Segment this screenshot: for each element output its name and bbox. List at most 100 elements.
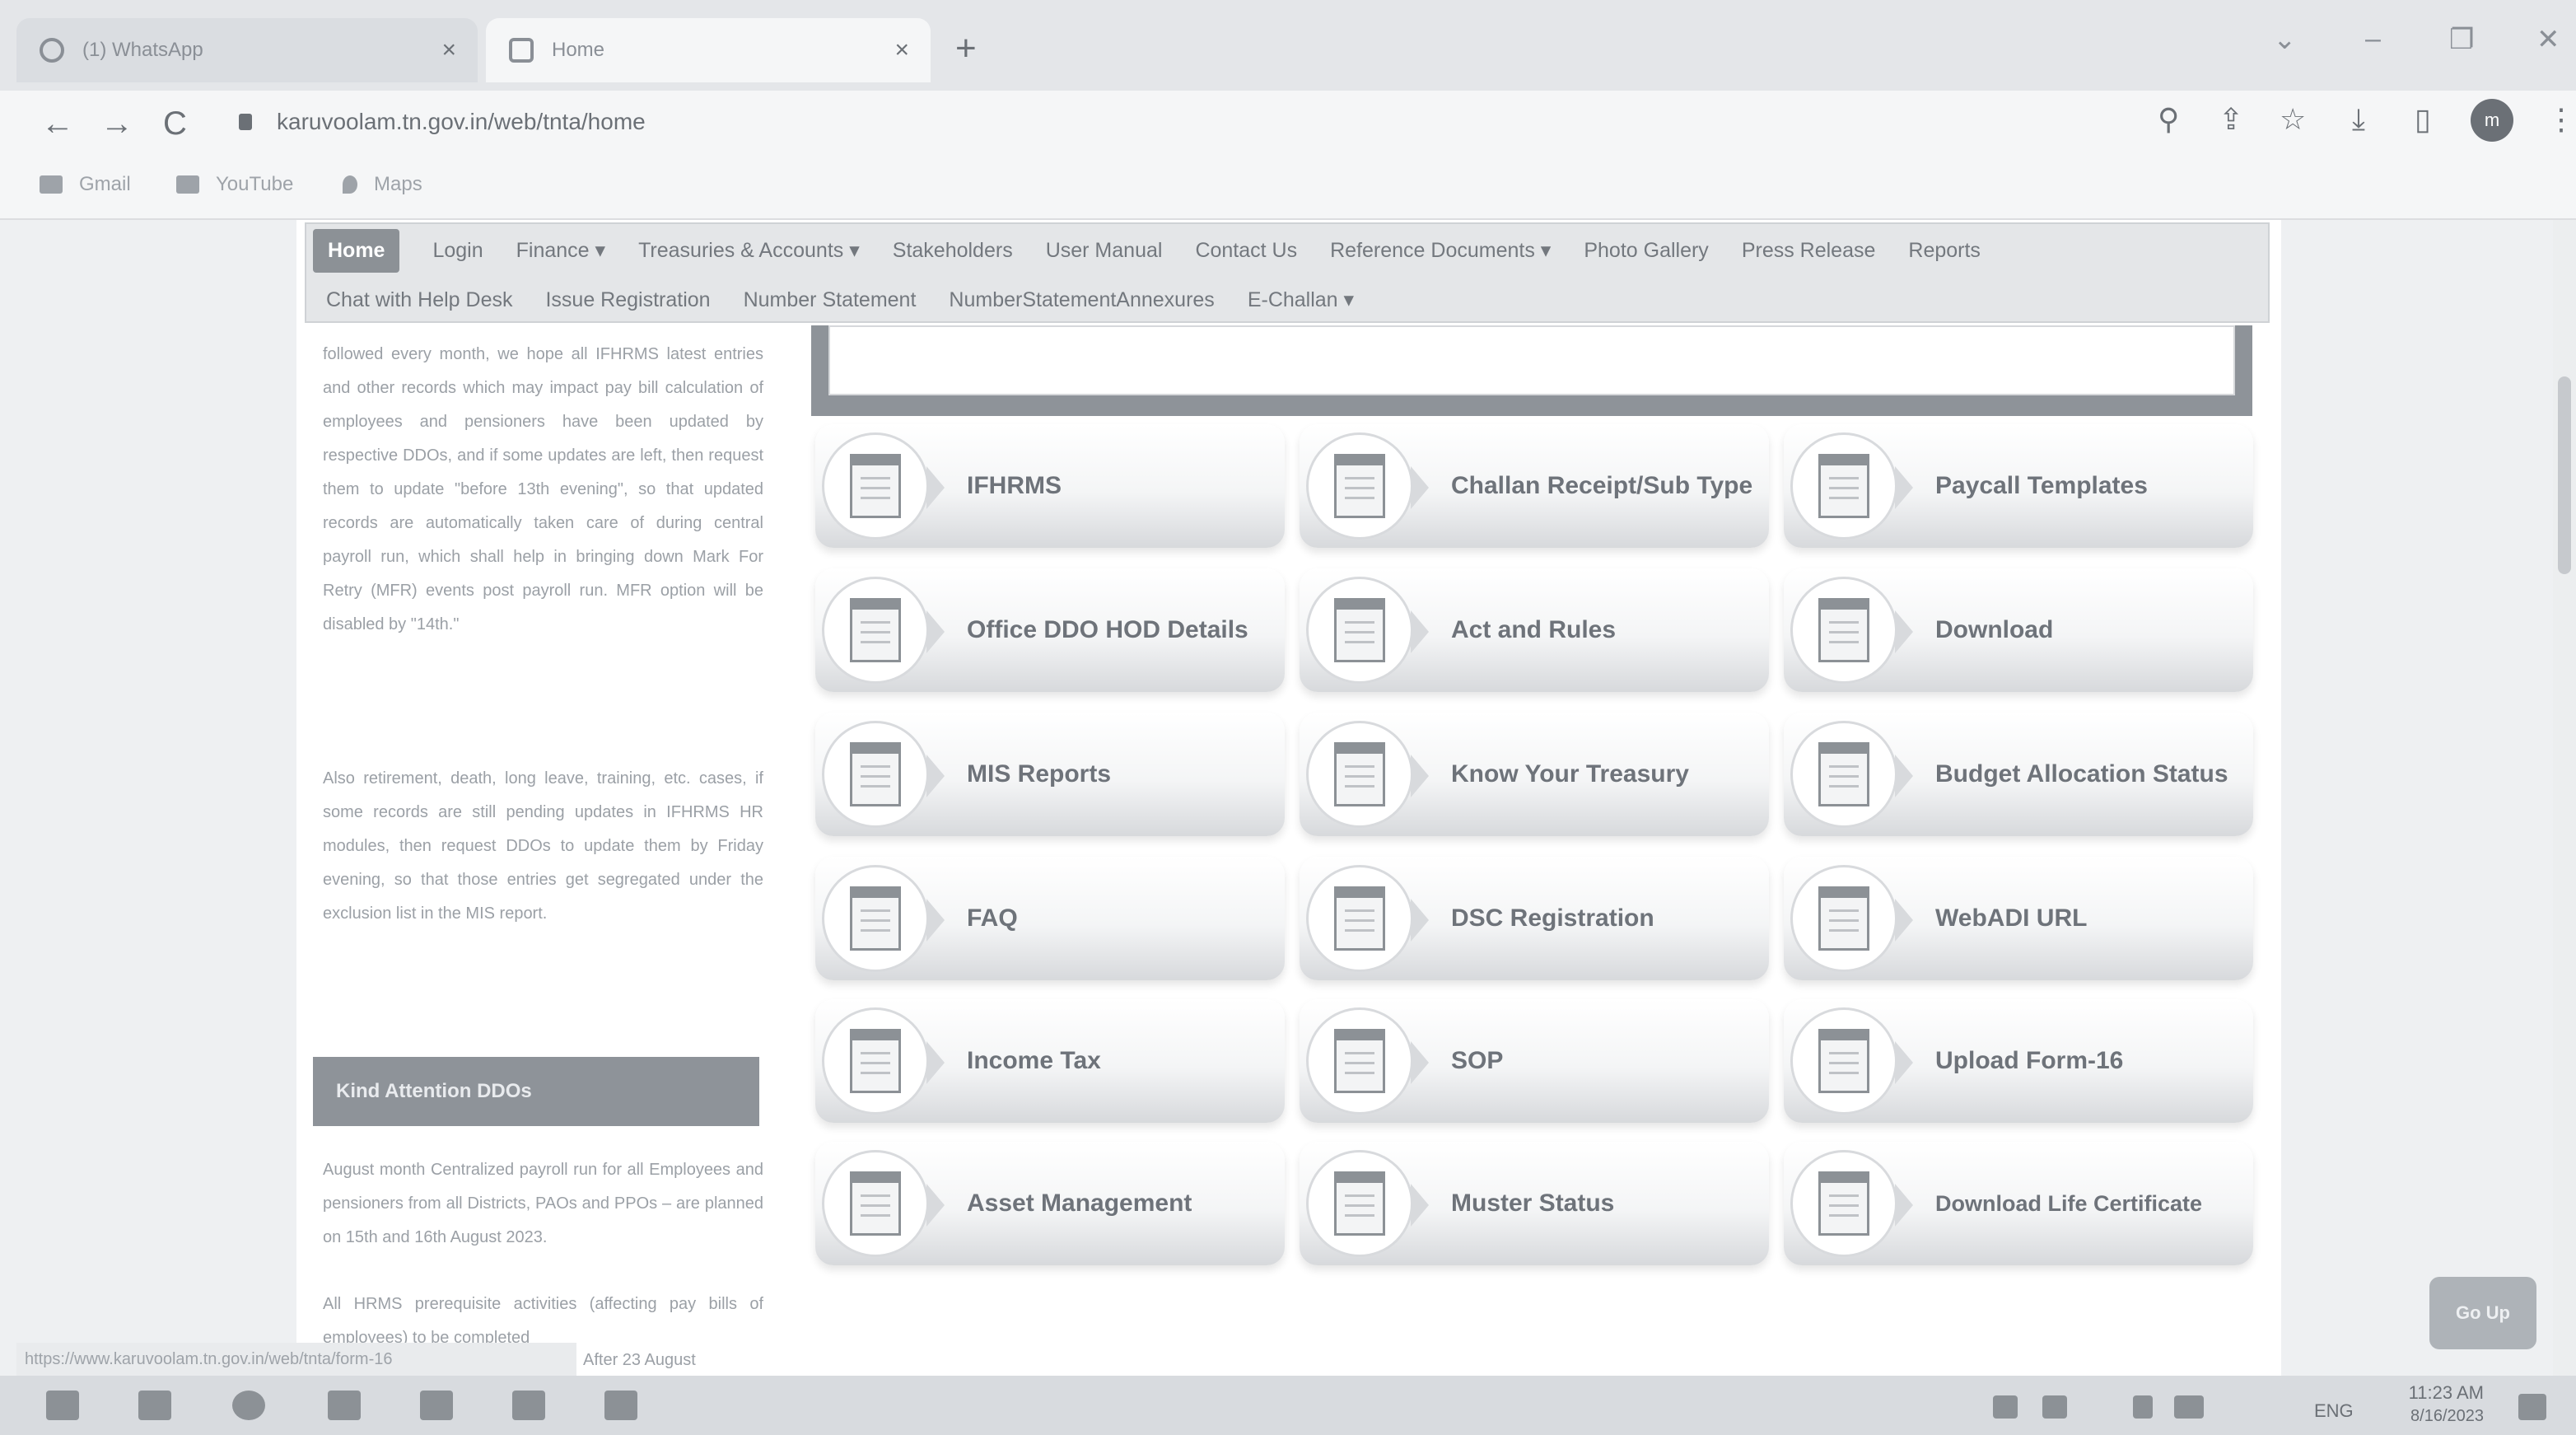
address-bar[interactable]: karuvoolam.tn.gov.in/web/tnta/home: [239, 109, 646, 135]
page-icon: [509, 38, 534, 63]
menu-e-challan[interactable]: E-Challan ▾: [1248, 287, 1354, 312]
tile-ifhrms[interactable]: IFHRMS: [815, 424, 1285, 548]
menu-number-statement-annexures[interactable]: NumberStatementAnnexures: [949, 288, 1214, 312]
chrome-icon[interactable]: [232, 1391, 265, 1420]
new-tab-button[interactable]: +: [955, 28, 977, 69]
tile-upload-form-16[interactable]: Upload Form-16: [1784, 999, 2253, 1123]
menu-user-manual[interactable]: User Manual: [1046, 239, 1163, 263]
document-icon: [850, 598, 901, 662]
tile-challan-receipt[interactable]: Challan Receipt/Sub Type: [1300, 424, 1769, 548]
taskbar-app-icon[interactable]: [512, 1391, 545, 1420]
restore-button[interactable]: ❐: [2449, 23, 2474, 56]
battery-icon[interactable]: [2133, 1395, 2153, 1419]
search-icon[interactable]: ⚲: [2158, 102, 2179, 137]
tile-webadi-url[interactable]: WebADI URL: [1784, 857, 2253, 980]
bookmark-maps[interactable]: Maps: [343, 173, 422, 196]
clock-date[interactable]: 8/16/2023: [2385, 1407, 2484, 1426]
menu-reference-documents[interactable]: Reference Documents ▾: [1330, 238, 1551, 263]
taskbar-app-icon[interactable]: [604, 1391, 637, 1420]
close-tab-icon[interactable]: ×: [441, 36, 456, 64]
menu-chat-help-desk[interactable]: Chat with Help Desk: [326, 288, 512, 312]
taskbar-app-icon[interactable]: [328, 1391, 361, 1420]
menu-press-release[interactable]: Press Release: [1742, 239, 1876, 263]
tile-paycall-templates[interactable]: Paycall Templates: [1784, 424, 2253, 548]
tile-label: MIS Reports: [967, 760, 1112, 788]
tile-income-tax[interactable]: Income Tax: [815, 999, 1285, 1123]
tile-icon-circle: [822, 721, 945, 828]
back-icon[interactable]: ←: [41, 105, 74, 143]
tile-act-and-rules[interactable]: Act and Rules: [1300, 568, 1769, 692]
tile-label: Challan Receipt/Sub Type: [1451, 472, 1753, 499]
tile-icon-circle: [1790, 1150, 1913, 1257]
tile-icon-circle: [822, 865, 945, 972]
tile-download-life-certificate[interactable]: Download Life Certificate: [1784, 1142, 2253, 1265]
scrollbar-thumb[interactable]: [2558, 376, 2571, 574]
tile-budget-allocation-status[interactable]: Budget Allocation Status: [1784, 713, 2253, 836]
taskbar-app-icon[interactable]: [420, 1391, 453, 1420]
tile-label: Know Your Treasury: [1451, 760, 1689, 788]
tile-know-your-treasury[interactable]: Know Your Treasury: [1300, 713, 1769, 836]
tile-faq[interactable]: FAQ: [815, 857, 1285, 980]
tile-icon-circle: [1790, 1007, 1913, 1115]
reload-icon[interactable]: C: [163, 105, 187, 143]
menu-contact-us[interactable]: Contact Us: [1195, 239, 1297, 263]
download-icon[interactable]: ⤓: [2352, 102, 2365, 138]
file-explorer-icon[interactable]: [138, 1391, 171, 1420]
tile-office-ddo-hod[interactable]: Office DDO HOD Details: [815, 568, 1285, 692]
tile-muster-status[interactable]: Muster Status: [1300, 1142, 1769, 1265]
tile-icon-circle: [1306, 1007, 1429, 1115]
lock-icon: [239, 114, 252, 130]
minimize-button[interactable]: –: [2365, 23, 2381, 55]
menu-finance[interactable]: Finance ▾: [516, 238, 605, 263]
tab-home[interactable]: Home ×: [486, 18, 931, 82]
page-scrollbar[interactable]: [2553, 220, 2576, 1376]
forward-icon[interactable]: →: [100, 105, 133, 143]
tab-search-icon[interactable]: ⌄: [2273, 23, 2297, 56]
tile-download[interactable]: Download: [1784, 568, 2253, 692]
sidebar-icon[interactable]: ▯: [2415, 102, 2431, 137]
tile-icon-circle: [1790, 721, 1913, 828]
menu-home[interactable]: Home: [313, 228, 400, 273]
menu-login[interactable]: Login: [432, 239, 483, 263]
tile-icon-circle: [822, 577, 945, 684]
tile-icon-circle: [1306, 1150, 1429, 1257]
tile-mis-reports[interactable]: MIS Reports: [815, 713, 1285, 836]
menu-icon[interactable]: ⋮: [2546, 102, 2576, 137]
tile-label: Asset Management: [967, 1190, 1192, 1217]
tile-label: Income Tax: [967, 1047, 1101, 1074]
menu-treasuries[interactable]: Treasuries & Accounts ▾: [638, 238, 860, 263]
go-up-button[interactable]: Go Up: [2429, 1277, 2536, 1349]
bookmark-gmail[interactable]: Gmail: [40, 173, 131, 196]
menu-issue-registration[interactable]: Issue Registration: [545, 288, 710, 312]
star-icon[interactable]: ☆: [2280, 102, 2306, 137]
bookmark-youtube[interactable]: YouTube: [176, 173, 293, 196]
tile-icon-circle: [822, 1007, 945, 1115]
clock-time[interactable]: 11:23 AM: [2385, 1382, 2484, 1404]
menu-reports[interactable]: Reports: [1908, 239, 1981, 263]
tile-sop[interactable]: SOP: [1300, 999, 1769, 1123]
notification-icon[interactable]: [2518, 1394, 2546, 1420]
start-icon[interactable]: [46, 1391, 79, 1420]
volume-icon[interactable]: [2042, 1395, 2067, 1419]
network-icon[interactable]: [1993, 1395, 2018, 1419]
menu-number-statement[interactable]: Number Statement: [744, 288, 917, 312]
share-icon[interactable]: ⇪: [2219, 102, 2243, 137]
tile-dsc-registration[interactable]: DSC Registration: [1300, 857, 1769, 980]
tab-whatsapp[interactable]: (1) WhatsApp ×: [16, 18, 478, 82]
sidebar-paragraph: August month Centralized payroll run for…: [323, 1161, 763, 1246]
tile-asset-management[interactable]: Asset Management: [815, 1142, 1285, 1265]
language-indicator[interactable]: ENG: [2314, 1400, 2354, 1422]
close-tab-icon[interactable]: ×: [894, 36, 909, 64]
menu-photo-gallery[interactable]: Photo Gallery: [1584, 239, 1708, 263]
menu-row-secondary: Chat with Help Desk Issue Registration N…: [326, 278, 1387, 321]
document-icon: [850, 1171, 901, 1236]
display-icon[interactable]: [2174, 1395, 2204, 1419]
tile-icon-circle: [1306, 865, 1429, 972]
document-icon: [1334, 742, 1385, 806]
document-icon: [1818, 454, 1869, 518]
menu-stakeholders[interactable]: Stakeholders: [893, 239, 1013, 263]
tile-label: Download Life Certificate: [1935, 1190, 2203, 1216]
profile-avatar[interactable]: m: [2471, 99, 2513, 142]
close-window-button[interactable]: ✕: [2536, 23, 2560, 56]
document-icon: [850, 742, 901, 806]
